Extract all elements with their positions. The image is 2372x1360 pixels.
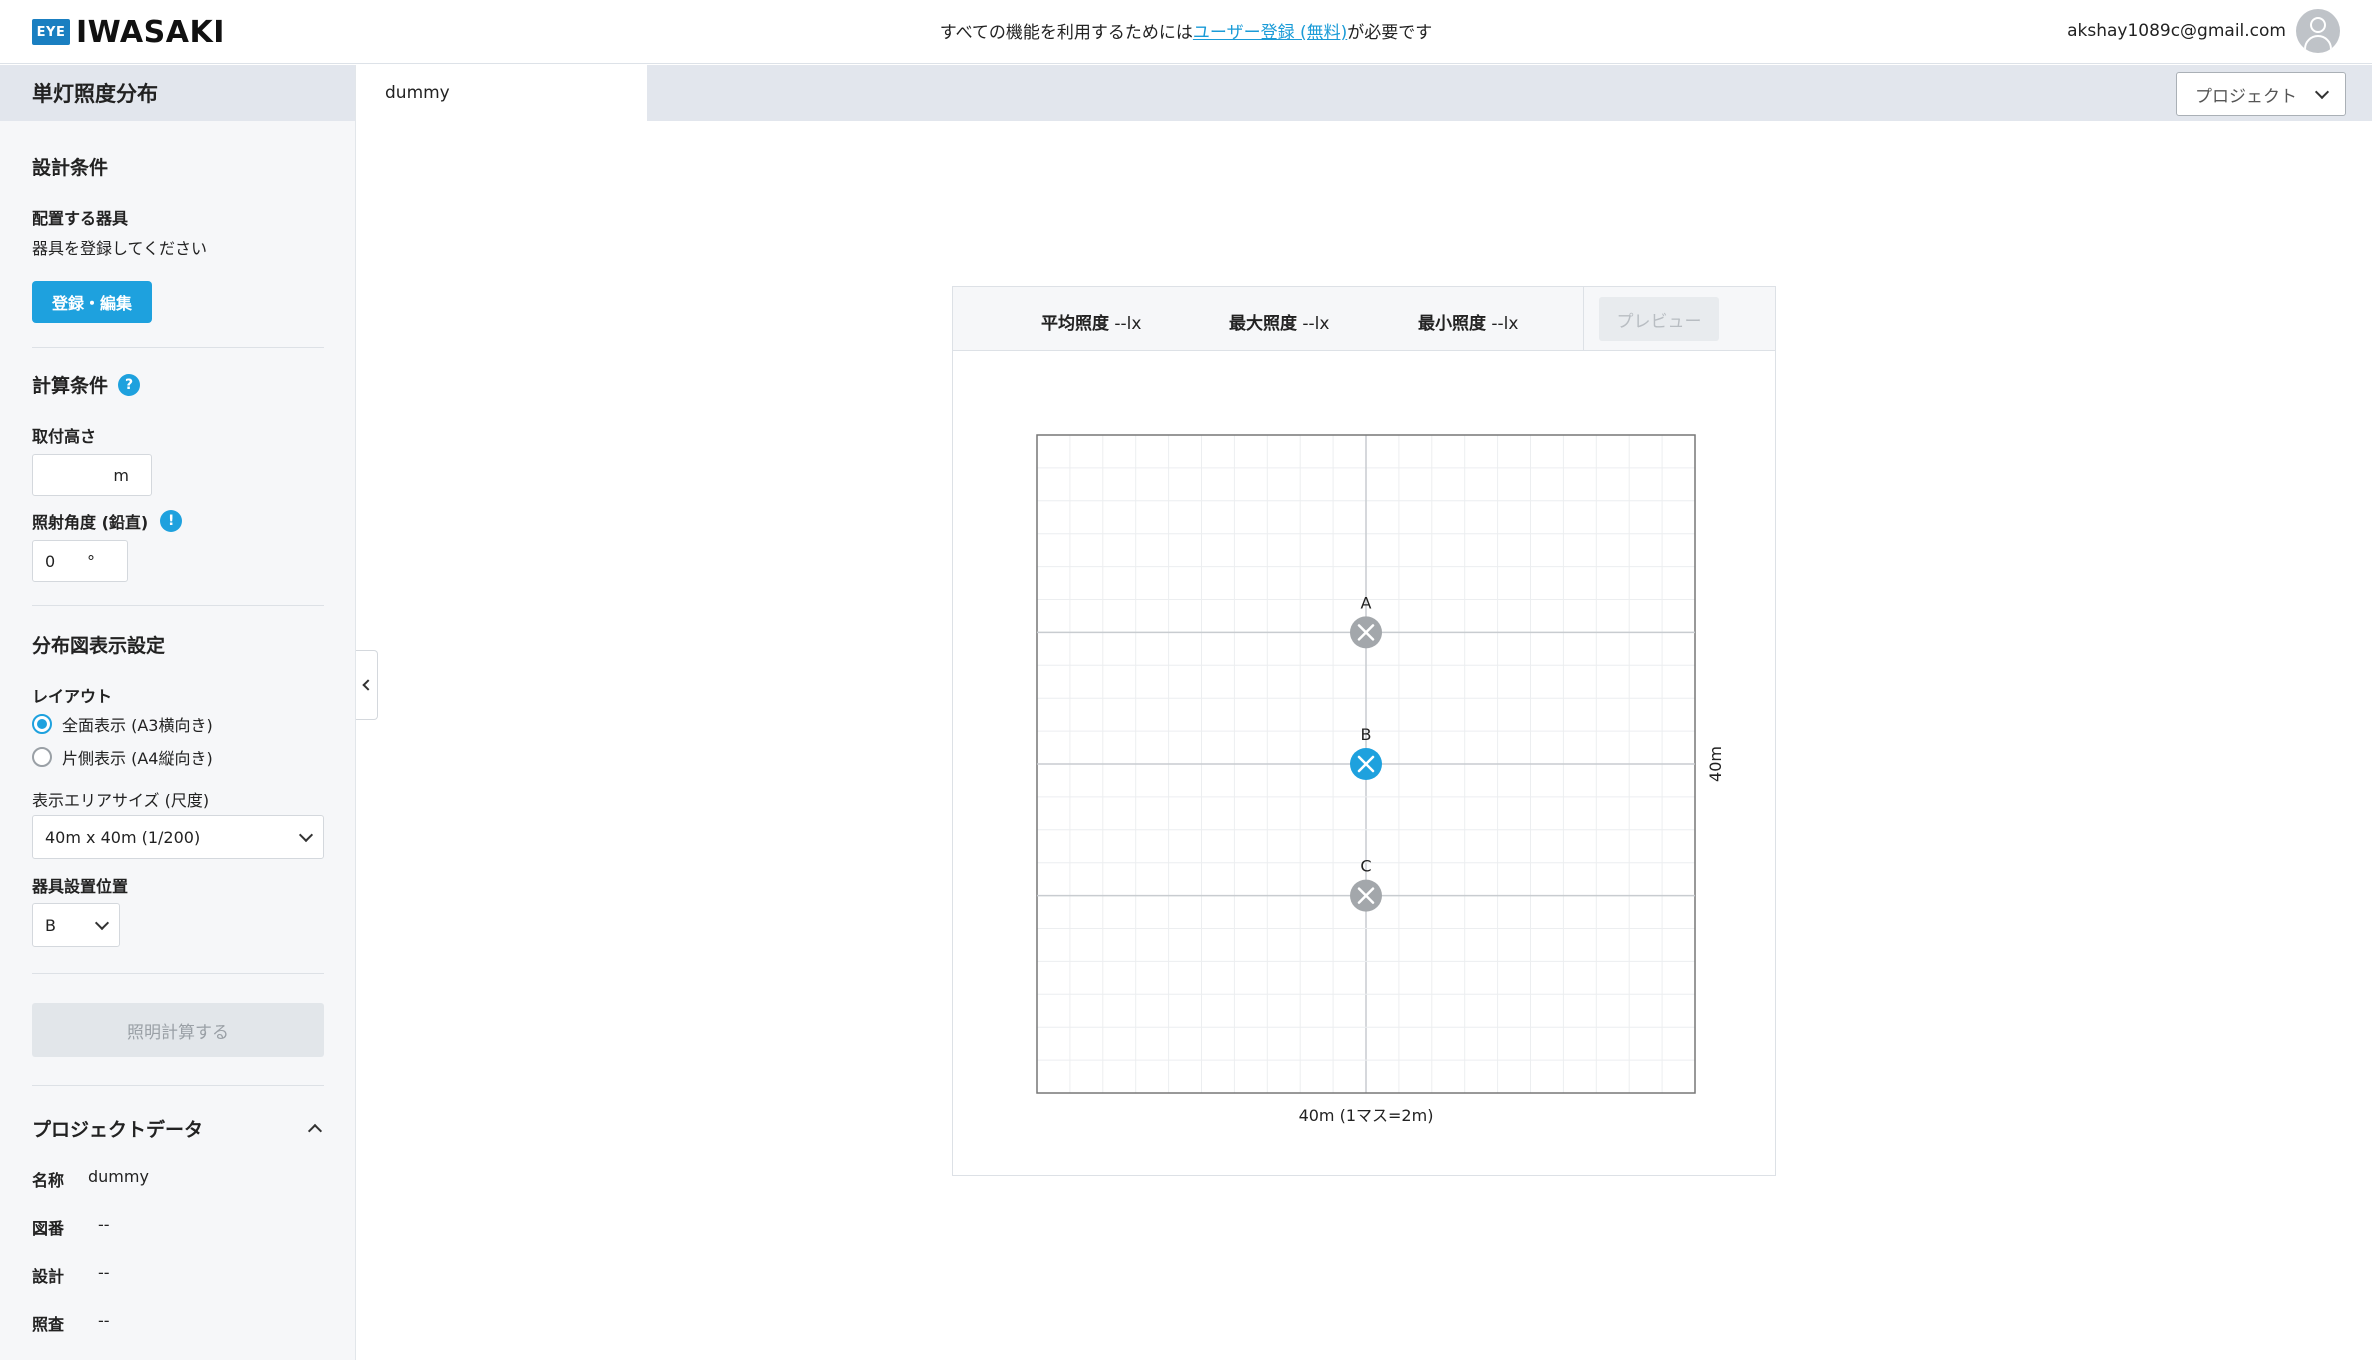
project-name-key: 名称: [32, 1171, 65, 1190]
logo-text: IWASAKI: [76, 14, 225, 50]
design-conditions-title: 設計条件: [32, 157, 109, 179]
mount-height-unit: m: [113, 465, 129, 485]
project-name-row: 名称 dummy: [32, 1167, 149, 1191]
avatar-icon[interactable]: [2296, 9, 2340, 53]
sidebar-title: 単灯照度分布: [0, 65, 355, 121]
project-data-title: プロジェクトデータ: [32, 1119, 204, 1141]
illuminance-panel: 平均照度 --lx 最大照度 --lx 最小照度 --lx プレビュー ABC …: [952, 286, 1776, 1176]
info-icon[interactable]: !: [160, 510, 183, 532]
position-select[interactable]: B: [32, 903, 120, 947]
checker-key: 照査: [32, 1315, 65, 1334]
divider: [32, 605, 324, 606]
user-menu[interactable]: akshay1089c@gmail.com: [2067, 8, 2340, 54]
fixture-hint: 器具を登録してください: [32, 239, 208, 258]
divider: [32, 347, 324, 348]
tab-bar: dummy プロジェクト: [357, 65, 2372, 121]
display-settings-title: 分布図表示設定: [32, 635, 166, 657]
fixture-label: 配置する器具: [32, 209, 129, 228]
layout-option-half-label: 片側表示 (A4縦向き): [62, 749, 213, 768]
top-header: EYE IWASAKI すべての機能を利用するためにはユーザー登録 (無料)が必…: [0, 0, 2372, 64]
chevron-up-icon[interactable]: [307, 1123, 323, 1139]
iwasaki-logo[interactable]: EYE IWASAKI: [32, 14, 225, 50]
sidebar: 単灯照度分布 設計条件 配置する器具 器具を登録してください 登録・編集 計算条…: [0, 65, 356, 1360]
register-edit-button[interactable]: 登録・編集: [32, 281, 152, 323]
designer-row: 設計 --: [32, 1263, 110, 1287]
layout-option-full-label: 全面表示 (A3横向き): [62, 716, 213, 735]
calculate-button[interactable]: 照明計算する: [32, 1003, 324, 1057]
checker-row: 照査 --: [32, 1311, 110, 1335]
chevron-left-icon: [362, 679, 374, 691]
angle-input[interactable]: 0 °: [32, 540, 128, 582]
designer-value: --: [98, 1263, 110, 1282]
user-email: akshay1089c@gmail.com: [2067, 21, 2286, 41]
fixture-position-b[interactable]: B: [1350, 725, 1382, 780]
designer-key: 設計: [32, 1267, 65, 1286]
project-dropdown-label: プロジェクト: [2195, 86, 2297, 107]
chevron-down-icon: [94, 915, 110, 930]
registration-notice: すべての機能を利用するためにはユーザー登録 (無料)が必要です: [0, 18, 2372, 43]
project-dropdown-button[interactable]: プロジェクト: [2176, 72, 2346, 116]
drawing-number-row: 図番 --: [32, 1215, 110, 1239]
calc-conditions-heading: 計算条件 ?: [32, 371, 141, 398]
chevron-down-icon: [2314, 84, 2330, 99]
fixture-position-label: C: [1360, 857, 1371, 876]
angle-label: 照射角度 (鉛直): [32, 513, 149, 532]
radio-unchecked-icon[interactable]: [32, 747, 52, 767]
drawing-number-key: 図番: [32, 1219, 65, 1238]
checker-value: --: [98, 1311, 110, 1330]
radio-checked-icon[interactable]: [32, 714, 52, 734]
x-axis-label: 40m (1マス=2m): [1299, 1106, 1434, 1125]
help-icon[interactable]: ?: [118, 373, 141, 396]
layout-radio-half[interactable]: 片側表示 (A4縦向き): [32, 745, 213, 769]
area-size-value: 40m x 40m (1/200): [45, 827, 201, 847]
fixture-position-a[interactable]: A: [1350, 593, 1382, 649]
chevron-down-icon: [298, 827, 314, 842]
distribution-grid: A B C 40m (1マス=2m) 40m: [1036, 434, 1725, 1125]
calc-conditions-title: 計算条件: [32, 375, 109, 397]
layout-radio-full[interactable]: 全面表示 (A3横向き): [32, 712, 213, 736]
project-data-header[interactable]: プロジェクトデータ: [32, 1115, 324, 1142]
y-axis-label: 40m: [1706, 746, 1725, 782]
angle-label-row: 照射角度 (鉛直) !: [32, 509, 183, 533]
divider: [32, 973, 324, 974]
mount-height-input[interactable]: m: [32, 454, 152, 496]
angle-unit: °: [87, 551, 95, 571]
position-value: B: [45, 915, 56, 935]
angle-value: 0: [45, 551, 56, 571]
project-name-value: dummy: [88, 1167, 149, 1186]
notice-text-before: すべての機能を利用するためには: [939, 23, 1193, 43]
fixture-position-label: B: [1361, 725, 1372, 744]
area-size-select[interactable]: 40m x 40m (1/200): [32, 815, 324, 859]
drawing-number-value: --: [98, 1215, 110, 1234]
position-label: 器具設置位置: [32, 877, 129, 896]
fixture-position-label: A: [1361, 593, 1372, 612]
sidebar-collapse-handle[interactable]: [356, 650, 378, 720]
divider: [32, 1085, 324, 1086]
tab-dummy[interactable]: dummy: [357, 65, 647, 121]
user-registration-link[interactable]: ユーザー登録 (無料): [1193, 23, 1347, 43]
mount-height-label: 取付高さ: [32, 427, 97, 446]
fixture-position-c[interactable]: C: [1350, 857, 1382, 912]
notice-text-after: が必要です: [1347, 23, 1433, 43]
logo-eye-mark: EYE: [32, 19, 70, 45]
layout-label: レイアウト: [32, 687, 113, 706]
area-size-label: 表示エリアサイズ (尺度): [32, 791, 210, 810]
